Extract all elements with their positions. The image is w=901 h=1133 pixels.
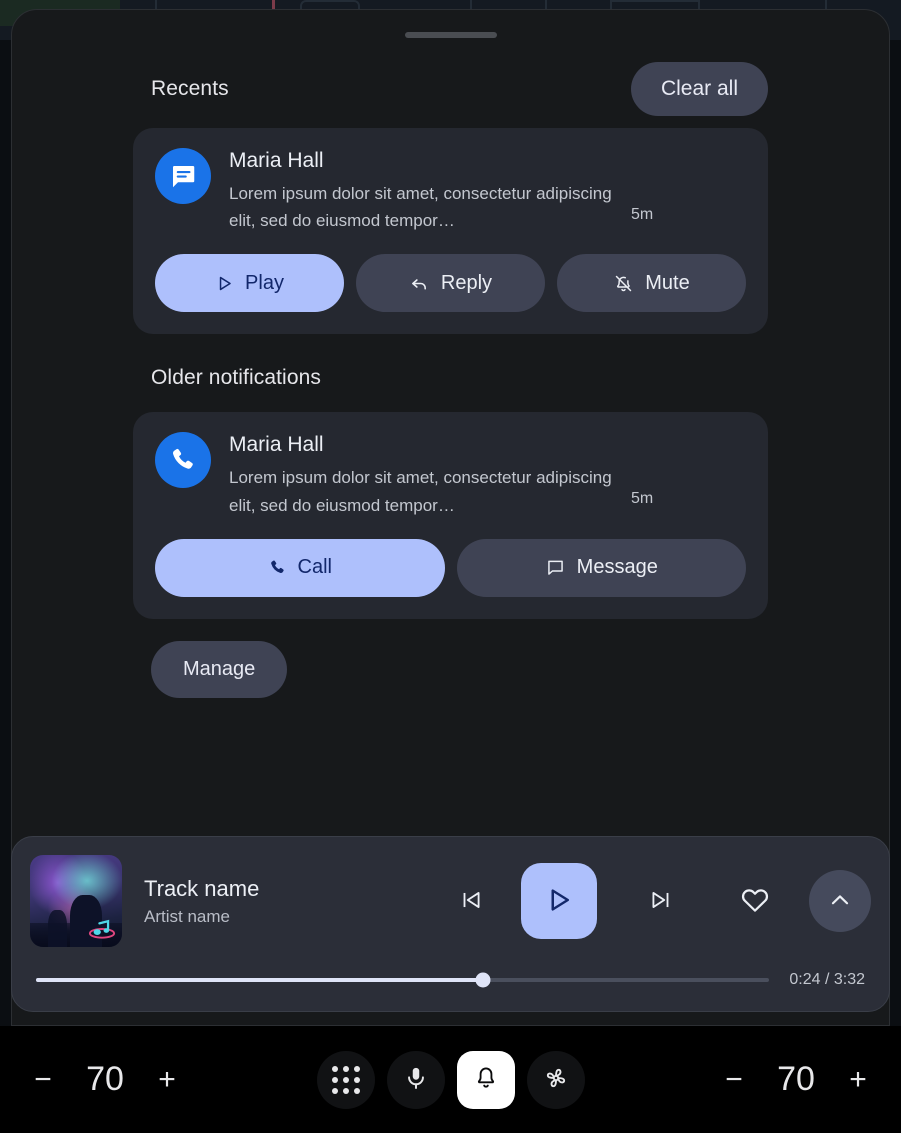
media-player-row: Track name Artist name bbox=[30, 853, 871, 949]
right-temp-value: 70 bbox=[777, 1060, 815, 1098]
notification-card[interactable]: Maria Hall Lorem ipsum dolor sit amet, c… bbox=[133, 412, 768, 619]
apps-grid-icon bbox=[331, 1065, 360, 1094]
climate-fan-button[interactable] bbox=[526, 1050, 585, 1109]
media-player: Track name Artist name 0:24 / 3:32 bbox=[11, 836, 890, 1012]
media-progress-fill bbox=[36, 978, 484, 982]
bottom-toolbar: − 70 + − 70 + bbox=[0, 1026, 901, 1133]
album-art[interactable] bbox=[30, 855, 122, 947]
notification-timestamp: 5m bbox=[631, 490, 654, 508]
panel-drag-handle[interactable] bbox=[404, 32, 497, 38]
reply-action-label: Reply bbox=[440, 271, 493, 294]
notification-card-header: Maria Hall Lorem ipsum dolor sit amet, c… bbox=[155, 432, 746, 518]
message-icon bbox=[545, 557, 566, 578]
mute-action-label: Mute bbox=[645, 271, 690, 294]
right-temperature-control: − 70 + bbox=[679, 1051, 901, 1109]
call-action-button[interactable]: Call bbox=[155, 538, 445, 597]
notification-body: Lorem ipsum dolor sit amet, consectetur … bbox=[229, 184, 612, 231]
older-notifications-title: Older notifications bbox=[151, 366, 321, 390]
expand-player-button[interactable] bbox=[809, 870, 871, 932]
notification-actions: Play Reply Mute bbox=[155, 254, 746, 313]
recents-title: Recents bbox=[151, 77, 229, 100]
reply-icon bbox=[409, 273, 430, 294]
notifications-button[interactable] bbox=[456, 1050, 515, 1109]
mute-icon bbox=[613, 273, 634, 294]
notification-sender: Maria Hall bbox=[229, 149, 324, 172]
notification-timestamp: 5m bbox=[631, 206, 654, 223]
media-progress-slider[interactable] bbox=[36, 972, 770, 988]
reply-action-button[interactable]: Reply bbox=[356, 254, 545, 313]
media-progress-thumb[interactable] bbox=[475, 972, 491, 988]
right-temp-decrease-button[interactable]: − bbox=[705, 1051, 763, 1109]
microphone-button[interactable] bbox=[386, 1050, 445, 1109]
message-action-label: Message bbox=[576, 556, 658, 579]
media-metadata: Track name Artist name bbox=[122, 876, 443, 927]
track-name: Track name bbox=[144, 875, 260, 901]
media-time-display: 0:24 / 3:32 bbox=[789, 971, 865, 988]
left-temperature-control: − 70 + bbox=[0, 1051, 222, 1109]
phone-icon bbox=[268, 558, 287, 577]
recents-header: Recents Clear all bbox=[133, 58, 768, 120]
next-track-icon bbox=[648, 887, 674, 916]
media-progress-row: 0:24 / 3:32 bbox=[30, 949, 871, 989]
notification-actions: Call Message bbox=[155, 538, 746, 597]
right-temp-increase-button[interactable]: + bbox=[829, 1051, 887, 1109]
call-action-label: Call bbox=[297, 556, 332, 579]
artist-name: Artist name bbox=[144, 906, 230, 926]
fan-icon bbox=[542, 1064, 570, 1095]
play-action-button[interactable]: Play bbox=[155, 254, 344, 313]
play-icon bbox=[544, 885, 574, 918]
notification-bell-icon bbox=[473, 1065, 499, 1094]
toolbar-center-buttons bbox=[222, 1050, 679, 1109]
notification-content: Maria Hall Lorem ipsum dolor sit amet, c… bbox=[229, 432, 746, 518]
message-action-button[interactable]: Message bbox=[456, 538, 746, 597]
left-temp-value: 70 bbox=[86, 1060, 124, 1098]
apps-grid-button[interactable] bbox=[316, 1050, 375, 1109]
mute-action-button[interactable]: Mute bbox=[557, 254, 746, 313]
previous-track-button[interactable] bbox=[443, 873, 499, 929]
left-temp-increase-button[interactable]: + bbox=[138, 1051, 196, 1109]
heart-icon bbox=[740, 885, 770, 918]
message-icon bbox=[155, 148, 211, 204]
notification-sender: Maria Hall bbox=[229, 433, 324, 457]
screen: Recents Clear all Maria Hall Lorem ipsum… bbox=[0, 0, 901, 1133]
microphone-icon bbox=[403, 1065, 429, 1094]
phone-icon bbox=[155, 432, 211, 489]
notification-body: Lorem ipsum dolor sit amet, consectetur … bbox=[229, 468, 612, 515]
left-temp-decrease-button[interactable]: − bbox=[14, 1051, 72, 1109]
previous-track-icon bbox=[458, 887, 484, 916]
clear-all-button[interactable]: Clear all bbox=[630, 62, 768, 116]
media-controls bbox=[443, 863, 871, 939]
notification-content: Maria Hall Lorem ipsum dolor sit amet, c… bbox=[229, 148, 746, 234]
play-pause-button[interactable] bbox=[521, 863, 597, 939]
play-action-label: Play bbox=[245, 271, 284, 294]
chevron-up-icon bbox=[827, 887, 853, 916]
notification-card-header: Maria Hall Lorem ipsum dolor sit amet, c… bbox=[155, 148, 746, 234]
music-note-badge bbox=[88, 919, 116, 939]
favorite-button[interactable] bbox=[727, 873, 783, 929]
next-track-button[interactable] bbox=[633, 873, 689, 929]
play-icon bbox=[215, 274, 234, 293]
manage-button[interactable]: Manage bbox=[151, 640, 288, 698]
notification-card[interactable]: Maria Hall Lorem ipsum dolor sit amet, c… bbox=[133, 128, 768, 335]
